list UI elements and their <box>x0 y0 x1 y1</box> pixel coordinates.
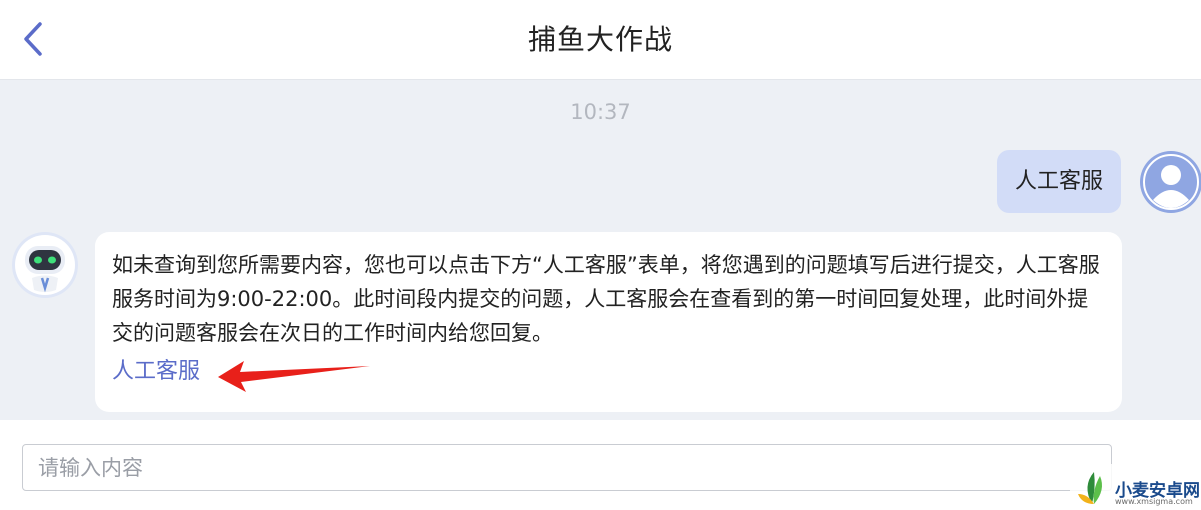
watermark-url: www.xmsigma.com <box>1115 497 1193 506</box>
user-avatar <box>1139 150 1201 214</box>
user-avatar-icon <box>1140 151 1201 213</box>
message-input[interactable] <box>22 444 1112 491</box>
red-arrow-annotation <box>218 361 370 392</box>
robot-icon <box>12 232 78 298</box>
bot-message-text: 如未查询到您所需要内容，您也可以点击下方“人工客服”表单，将您遇到的问题填写后进… <box>112 253 1100 345</box>
page-title: 捕鱼大作战 <box>527 23 673 56</box>
top-bar: 捕鱼大作战 <box>0 0 1201 80</box>
human-service-link[interactable]: 人工客服 <box>112 356 200 388</box>
message-timestamp: 10:37 <box>570 100 631 124</box>
bot-avatar <box>12 232 78 298</box>
user-message-bubble: 人工客服 <box>997 150 1121 213</box>
chat-page: 捕鱼大作战 10:37 人工客服 如未查询到您所需要内容，您也可以点击下方“人工… <box>0 0 1201 510</box>
